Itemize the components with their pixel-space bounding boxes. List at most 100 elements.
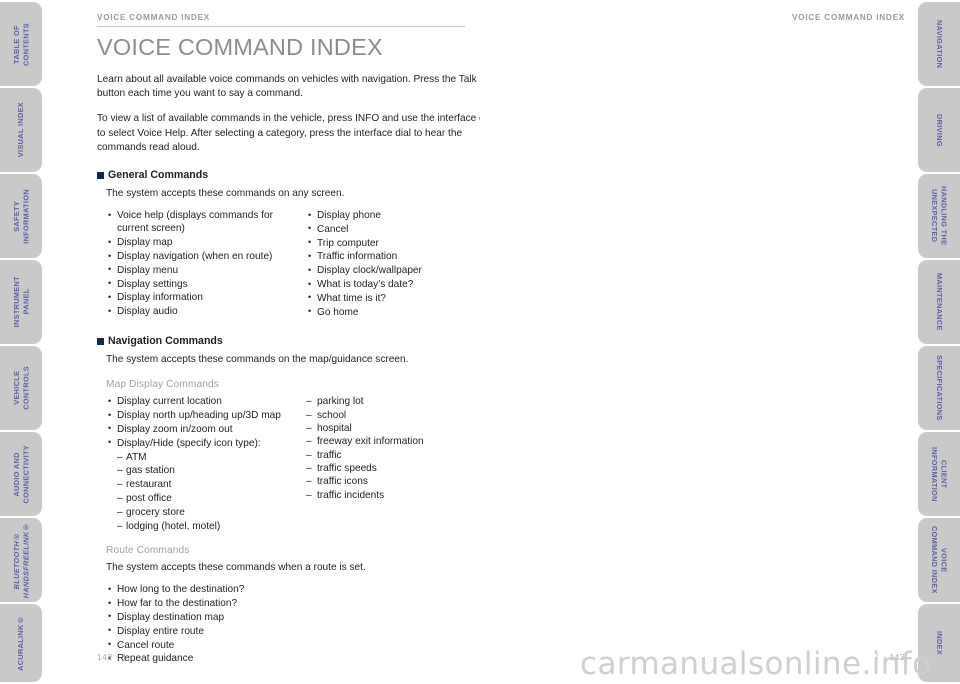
list-item: school <box>306 409 496 423</box>
list-item: traffic icons <box>306 475 496 489</box>
running-head-left: VOICE COMMAND INDEX <box>97 13 210 22</box>
site-watermark: carmanualsonline.info <box>580 646 932 682</box>
sidebar-tab-handling-the-unexpected[interactable]: HANDLING THE UNEXPECTED <box>918 174 960 258</box>
intro-paragraph-2: To view a list of available commands in … <box>97 113 495 153</box>
list-item: Display clock/wallpaper <box>306 264 496 278</box>
list-item: Display information <box>106 291 306 305</box>
sidebar-tab-voice-command-index[interactable]: VOICE COMMAND INDEX <box>918 518 960 602</box>
list-item: gas station <box>106 464 306 478</box>
route-commands-list: How long to the destination? How far to … <box>106 583 497 666</box>
list-item: Display entire route <box>106 624 497 638</box>
list-item: Display audio <box>106 305 306 319</box>
general-commands-subtitle: The system accepts these commands on any… <box>106 188 345 200</box>
list-item: Display/Hide (specify icon type): <box>106 436 306 450</box>
sidebar-tab-bluetooth-handsfreelink[interactable]: BLUETOOTH® HANDSFREELINK® <box>0 518 42 602</box>
sidebar-tab-label: INSTRUMENT PANEL <box>11 276 31 328</box>
list-item: Voice help (displays commands for curren… <box>106 209 306 236</box>
left-tab-rail: TABLE OF CONTENTS VISUAL INDEX SAFETY IN… <box>0 0 42 684</box>
sidebar-tab-label: HANDLING THE UNEXPECTED <box>930 186 949 246</box>
square-bullet-icon <box>97 337 104 345</box>
general-commands-column-a: Voice help (displays commands for curren… <box>106 209 306 319</box>
page-number-value: 142 <box>97 652 113 662</box>
list-item: ATM <box>106 451 306 465</box>
list-item: hospital <box>306 422 496 436</box>
list-item: Trip computer <box>306 236 496 250</box>
list-item: restaurant <box>106 478 306 492</box>
list-item: traffic incidents <box>306 489 496 503</box>
page-number-left: 142 | <box>97 652 126 662</box>
list-item: Display navigation (when en route) <box>106 250 306 264</box>
sidebar-tab-label: NAVIGATION <box>934 19 944 69</box>
list-item: How far to the destination? <box>106 597 497 611</box>
list-item: traffic <box>306 449 496 463</box>
list-item: Display destination map <box>106 610 497 624</box>
list-item: freeway exit information <box>306 435 496 449</box>
sidebar-tab-label: CLIENT INFORMATION <box>930 446 949 502</box>
sidebar-tab-label: SPECIFICATIONS <box>934 355 944 421</box>
list-item: Cancel <box>306 222 496 236</box>
sidebar-tab-label: MAINTENANCE <box>934 273 944 331</box>
sidebar-tab-maintenance[interactable]: MAINTENANCE <box>918 260 960 344</box>
running-head-right: VOICE COMMAND INDEX <box>792 13 905 22</box>
sidebar-tab-label: VOICE COMMAND INDEX <box>930 526 949 594</box>
list-item: traffic speeds <box>306 462 496 476</box>
sidebar-tab-label: BLUETOOTH® HANDSFREELINK® <box>11 521 31 599</box>
sidebar-tab-safety-information[interactable]: SAFETY INFORMATION <box>0 174 42 258</box>
navigation-commands-subtitle: The system accepts these commands on the… <box>106 354 409 366</box>
sidebar-tab-acuralink[interactable]: ACURALINK® <box>0 604 42 682</box>
group-heading-map-display-commands: Map Display Commands <box>106 379 219 391</box>
list-item: parking lot <box>306 395 496 409</box>
section-heading-label: Navigation Commands <box>108 335 223 348</box>
list-item: Repeat guidance <box>106 652 497 666</box>
section-heading-general-commands: General Commands <box>97 169 497 181</box>
sidebar-tab-specifications[interactable]: SPECIFICATIONS <box>918 346 960 430</box>
sidebar-tab-table-of-contents[interactable]: TABLE OF CONTENTS <box>0 2 42 86</box>
group-heading-route-commands: Route Commands <box>106 545 190 557</box>
page-number-rule: | <box>123 652 126 662</box>
sidebar-tab-label: VEHICLE CONTROLS <box>11 366 31 410</box>
left-page-body: VOICE COMMAND INDEX Learn about all avai… <box>97 34 497 666</box>
list-item: Traffic information <box>306 250 496 264</box>
sidebar-tab-client-information[interactable]: CLIENT INFORMATION <box>918 432 960 516</box>
section-heading-navigation-commands: Navigation Commands <box>97 335 497 347</box>
page-title: VOICE COMMAND INDEX <box>97 34 383 60</box>
map-display-column-a: Display current location Display north u… <box>106 395 306 534</box>
list-item: What is today’s date? <box>306 277 496 291</box>
header-rule-left <box>97 26 465 27</box>
list-item: What time is it? <box>306 291 496 305</box>
sidebar-tab-label: SAFETY INFORMATION <box>11 188 31 244</box>
sidebar-tab-visual-index[interactable]: VISUAL INDEX <box>0 88 42 172</box>
general-commands-columns: Voice help (displays commands for curren… <box>106 209 497 319</box>
list-item: Display zoom in/zoom out <box>106 422 306 436</box>
sidebar-tab-label: AUDIO AND CONNECTIVITY <box>11 444 31 504</box>
sidebar-tab-navigation[interactable]: NAVIGATION <box>918 2 960 86</box>
list-item: Cancel route <box>106 638 497 652</box>
list-item: post office <box>106 492 306 506</box>
general-commands-column-b: Display phone Cancel Trip computer Traff… <box>306 209 496 319</box>
intro-paragraph-1: Learn about all available voice commands… <box>97 74 477 100</box>
sidebar-tab-label: VISUAL INDEX <box>16 102 26 158</box>
sidebar-tab-audio-and-connectivity[interactable]: AUDIO AND CONNECTIVITY <box>0 432 42 516</box>
map-display-column-b: parking lot school hospital freeway exit… <box>306 395 496 533</box>
list-item: Display current location <box>106 395 306 409</box>
list-item: Display menu <box>106 263 306 277</box>
list-item: Display map <box>106 236 306 250</box>
map-display-columns: Display current location Display north u… <box>106 395 497 534</box>
list-item: How long to the destination? <box>106 583 497 597</box>
list-item: Display north up/heading up/3D map <box>106 409 306 423</box>
list-item: lodging (hotel, motel) <box>106 520 306 534</box>
section-heading-label: General Commands <box>108 169 209 182</box>
sidebar-tab-label: ACURALINK® <box>16 615 26 671</box>
list-item: Display phone <box>306 209 496 223</box>
sidebar-tab-vehicle-controls[interactable]: VEHICLE CONTROLS <box>0 346 42 430</box>
sidebar-tab-instrument-panel[interactable]: INSTRUMENT PANEL <box>0 260 42 344</box>
route-commands-subtitle: The system accepts these commands when a… <box>106 562 366 574</box>
right-tab-rail: NAVIGATION DRIVING HANDLING THE UNEXPECT… <box>918 0 960 684</box>
square-bullet-icon <box>97 171 104 179</box>
list-item: grocery store <box>106 506 306 520</box>
list-item: Display settings <box>106 277 306 291</box>
sidebar-tab-driving[interactable]: DRIVING <box>918 88 960 172</box>
sidebar-tab-label: TABLE OF CONTENTS <box>11 22 31 66</box>
sidebar-tab-label: INDEX <box>934 630 944 656</box>
sidebar-tab-label: DRIVING <box>934 113 944 147</box>
